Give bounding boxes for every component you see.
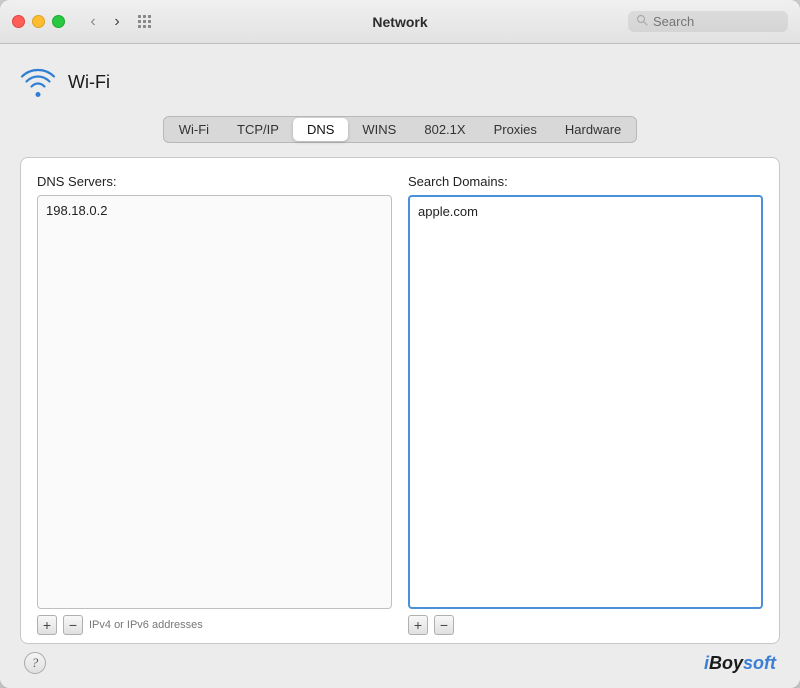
search-box[interactable]	[628, 11, 788, 32]
content-area: Wi-Fi Wi-Fi TCP/IP DNS WINS 802.1X Proxi…	[0, 44, 800, 688]
grid-icon[interactable]	[137, 14, 153, 30]
dns-hint: IPv4 or IPv6 addresses	[89, 619, 203, 631]
tab-hardware[interactable]: Hardware	[551, 118, 635, 141]
tab-dns[interactable]: DNS	[293, 118, 348, 141]
window: ‹ › Network	[0, 0, 800, 688]
nav-arrows: ‹ ›	[83, 12, 127, 32]
dns-panel: DNS Servers: 198.18.0.2 + − IPv4 or IPv6…	[20, 157, 780, 644]
traffic-lights	[12, 15, 65, 28]
list-item: 198.18.0.2	[46, 202, 383, 219]
search-domains-label: Search Domains:	[408, 174, 763, 189]
bottom-bar: ? iBoysoft	[20, 644, 780, 678]
tab-wins[interactable]: WINS	[348, 118, 410, 141]
tab-tcpip[interactable]: TCP/IP	[223, 118, 293, 141]
logo-suffix: soft	[743, 653, 776, 673]
close-button[interactable]	[12, 15, 25, 28]
panels-row: DNS Servers: 198.18.0.2 + − IPv4 or IPv6…	[37, 174, 763, 635]
tab-8021x[interactable]: 802.1X	[410, 118, 479, 141]
minimize-button[interactable]	[32, 15, 45, 28]
wifi-label: Wi-Fi	[68, 72, 110, 93]
wifi-header: Wi-Fi	[20, 64, 780, 100]
search-domains-footer: + −	[408, 615, 763, 635]
tabs: Wi-Fi TCP/IP DNS WINS 802.1X Proxies Har…	[163, 116, 638, 143]
dns-servers-list[interactable]: 198.18.0.2	[37, 195, 392, 609]
logo-name: Boy	[709, 653, 743, 673]
search-input[interactable]	[653, 14, 780, 29]
search-icon	[636, 14, 648, 29]
iboysoft-logo: iBoysoft	[704, 653, 776, 674]
search-domains-list[interactable]: apple.com	[408, 195, 763, 609]
search-domain-add-button[interactable]: +	[408, 615, 428, 635]
list-item: apple.com	[418, 203, 753, 220]
dns-servers-label: DNS Servers:	[37, 174, 392, 189]
back-button[interactable]: ‹	[83, 12, 103, 32]
search-domain-remove-button[interactable]: −	[434, 615, 454, 635]
wifi-icon	[20, 64, 56, 100]
titlebar: ‹ › Network	[0, 0, 800, 44]
help-button[interactable]: ?	[24, 652, 46, 674]
forward-button[interactable]: ›	[107, 12, 127, 32]
search-domains-col: Search Domains: apple.com + −	[408, 174, 763, 635]
dns-add-button[interactable]: +	[37, 615, 57, 635]
maximize-button[interactable]	[52, 15, 65, 28]
window-title: Network	[372, 14, 427, 30]
tab-wifi[interactable]: Wi-Fi	[165, 118, 223, 141]
dns-servers-col: DNS Servers: 198.18.0.2 + − IPv4 or IPv6…	[37, 174, 392, 635]
tab-proxies[interactable]: Proxies	[480, 118, 551, 141]
dns-remove-button[interactable]: −	[63, 615, 83, 635]
tabs-container: Wi-Fi TCP/IP DNS WINS 802.1X Proxies Har…	[20, 116, 780, 143]
dns-servers-footer: + − IPv4 or IPv6 addresses	[37, 615, 392, 635]
